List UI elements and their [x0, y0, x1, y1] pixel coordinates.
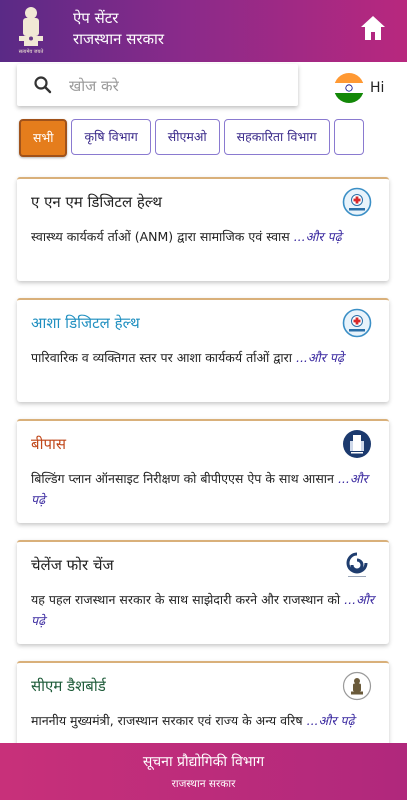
filter-chip-more[interactable] [333, 119, 364, 155]
app-card-description: स्वास्थ्य कार्यकर्य र्ताओं (ANM) द्वारा … [31, 226, 377, 247]
footer-department: सूचना प्रौद्योगिकी विभाग [142, 754, 265, 770]
header-title: ऐप सेंटर राजस्थान सरकार [73, 8, 164, 50]
cm-dashboard-logo-icon [342, 671, 372, 701]
app-card-description: बिल्डिंग प्लान ऑनसाइट निरीक्षण को बीपीएए… [31, 468, 377, 510]
footer-government: राजस्थान सरकार [171, 778, 236, 790]
app-card-title[interactable]: बीपास [31, 434, 66, 454]
state-emblem-icon: सत्यमेव जयते [19, 7, 44, 55]
filter-chip-cmo[interactable]: सीएमओ [154, 119, 220, 155]
app-card-challenge-for-change[interactable]: चेलेंज फोर चेंज यह पहल राजस्थान सरकार के… [17, 540, 389, 644]
app-card-desc-text: स्वास्थ्य कार्यकर्य र्ताओं (ANM) द्वारा … [31, 229, 290, 244]
filter-chip-agriculture[interactable]: कृषि विभाग [71, 119, 151, 155]
search-icon[interactable] [33, 75, 53, 95]
app-card-description: पारिवारिक व व्यक्तिगत स्तर पर आशा कार्यक… [31, 347, 377, 368]
filter-chip-all[interactable]: सभी [19, 119, 68, 157]
language-toggle[interactable]: Hi [370, 80, 384, 96]
emblem-motto: सत्यमेव जयते [19, 48, 44, 55]
app-card-asha[interactable]: आशा डिजिटल हेल्थ पारिवारिक व व्यक्तिगत स… [17, 298, 389, 402]
read-more-link[interactable]: ...और पढ़े [307, 713, 355, 728]
header-title-line2: राजस्थान सरकार [73, 30, 165, 48]
app-card-title[interactable]: सीएम डैशबोर्ड [31, 676, 106, 696]
read-more-link[interactable]: ...और पढ़े [294, 229, 342, 244]
asha-logo-icon [342, 308, 372, 338]
app-card-title[interactable]: चेलेंज फोर चेंज [31, 555, 114, 575]
app-card-title[interactable]: ए एन एम डिजिटल हेल्थ [31, 192, 162, 212]
app-card-description: यह पहल राजस्थान सरकार के साथ साझेदारी कर… [31, 589, 377, 631]
app-card-bpas[interactable]: बीपास बिल्डिंग प्लान ऑनसाइट निरीक्षण को … [17, 419, 389, 523]
app-header: सत्यमेव जयते ऐप सेंटर राजस्थान सरकार [0, 0, 407, 62]
app-card-desc-text: पारिवारिक व व्यक्तिगत स्तर पर आशा कार्यक… [31, 350, 292, 365]
challenge-for-change-logo-icon [346, 552, 368, 577]
bpas-logo-icon [343, 430, 371, 458]
app-card-desc-text: यह पहल राजस्थान सरकार के साथ साझेदारी कर… [31, 592, 341, 607]
anm-logo-icon [342, 187, 372, 217]
app-card-desc-text: बिल्डिंग प्लान ऑनसाइट निरीक्षण को बीपीएए… [31, 471, 334, 486]
read-more-link[interactable]: ...और पढ़े [296, 350, 344, 365]
search-bar[interactable] [17, 64, 298, 106]
search-input[interactable] [67, 72, 291, 100]
india-flag-icon[interactable] [334, 73, 364, 103]
header-title-line1: ऐप सेंटर [73, 9, 119, 27]
app-card-anm[interactable]: ए एन एम डिजिटल हेल्थ स्वास्थ्य कार्यकर्य… [17, 177, 389, 281]
home-icon[interactable] [359, 14, 387, 42]
app-card-description: माननीय मुख्यमंत्री, राजस्थान सरकार एवं र… [31, 710, 377, 731]
filter-chip-cooperative[interactable]: सहकारिता विभाग [223, 119, 330, 155]
category-filter-bar: सभी कृषि विभाग सीएमओ सहकारिता विभाग [19, 119, 368, 157]
app-footer: सूचना प्रौद्योगिकी विभाग राजस्थान सरकार [0, 743, 407, 800]
app-card-title[interactable]: आशा डिजिटल हेल्थ [31, 313, 140, 333]
app-card-desc-text: माननीय मुख्यमंत्री, राजस्थान सरकार एवं र… [31, 713, 303, 728]
